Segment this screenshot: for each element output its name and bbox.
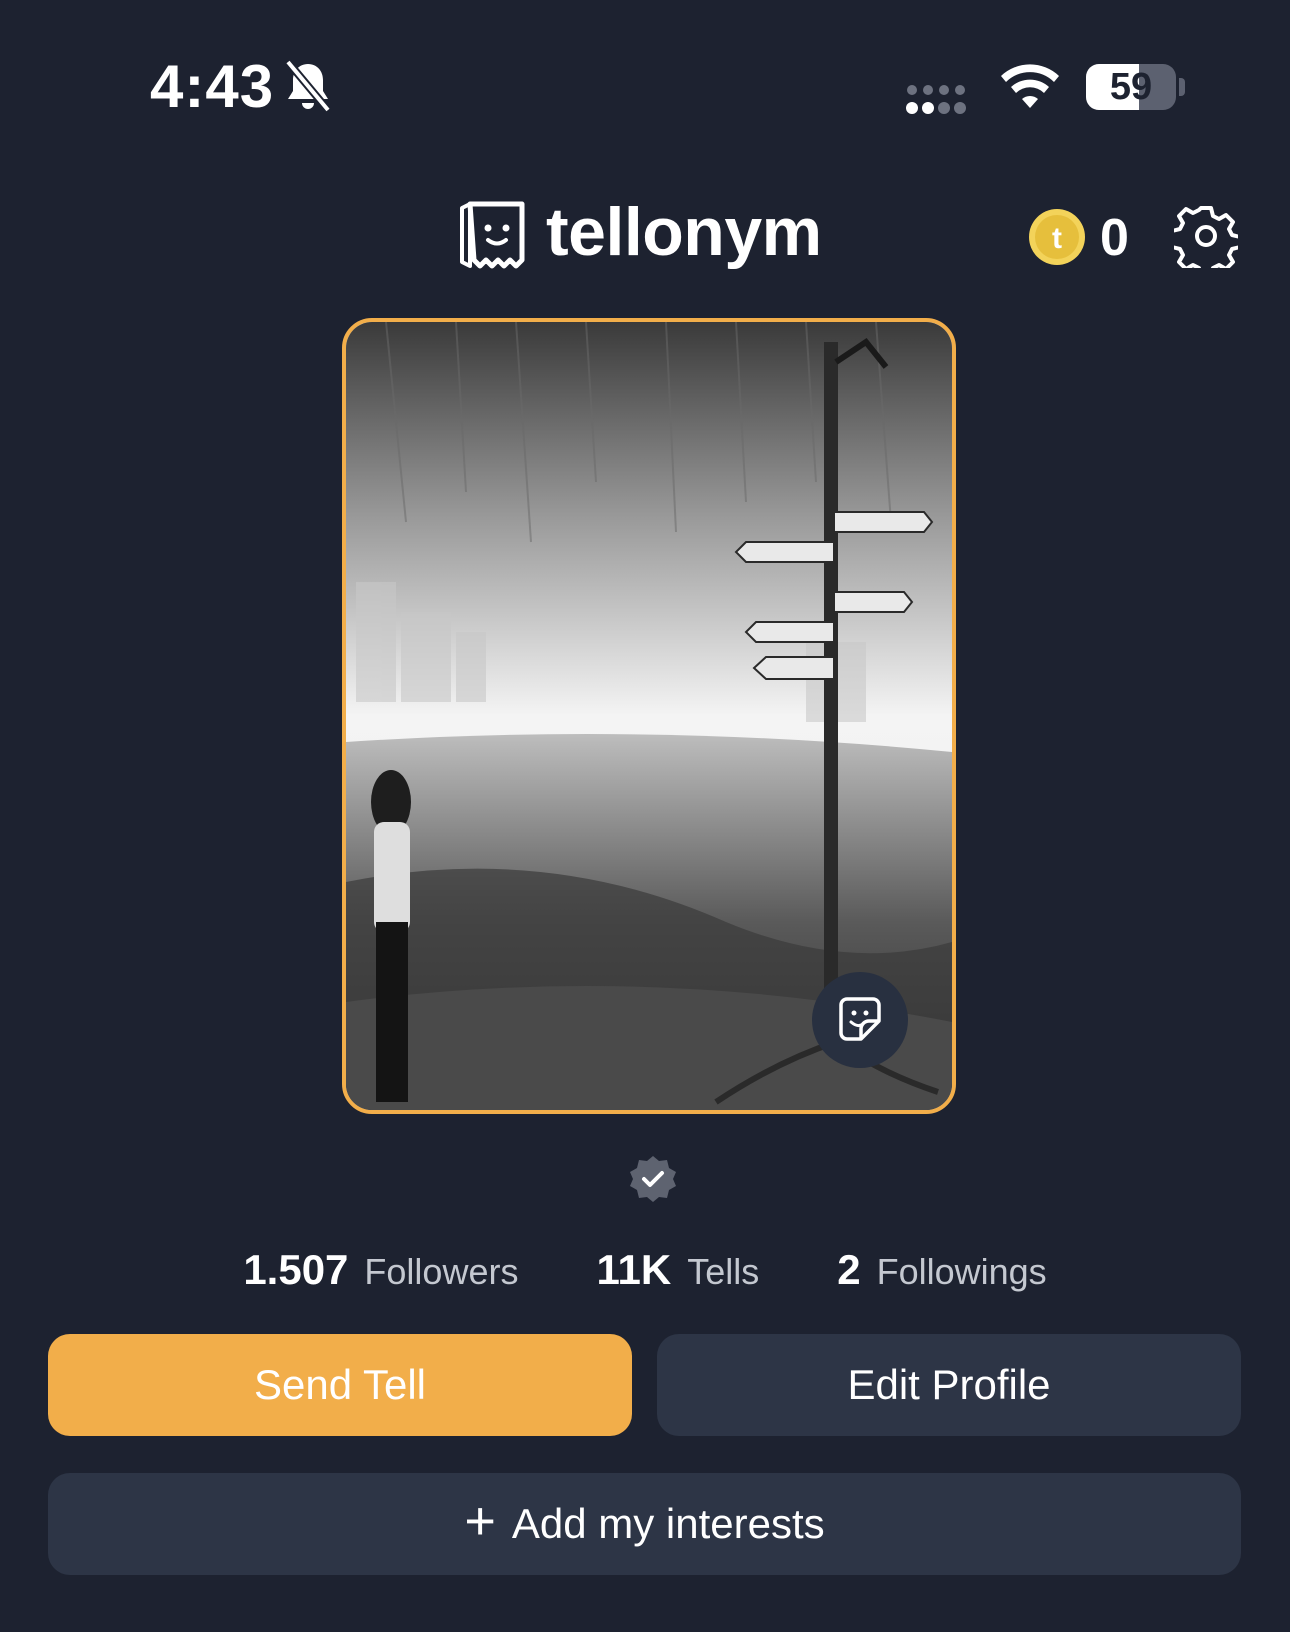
tells-stat[interactable]: 11K Tells [596, 1246, 759, 1294]
add-interests-label: Add my interests [511, 1500, 825, 1547]
profile-stats: 1.507 Followers 11K Tells 2 Followings [0, 1246, 1290, 1306]
edit-profile-button[interactable]: Edit Profile [657, 1334, 1241, 1436]
followers-stat[interactable]: 1.507 Followers [243, 1246, 518, 1294]
verified-badge-icon [630, 1156, 676, 1202]
signal-icon [906, 85, 966, 114]
gear-icon[interactable] [1174, 204, 1238, 268]
app-title: tellonym [546, 194, 822, 270]
followings-label: Followings [876, 1251, 1047, 1292]
sticker-button[interactable] [812, 972, 908, 1068]
coin-icon[interactable]: t [1028, 208, 1086, 266]
tells-label: Tells [687, 1251, 760, 1292]
sticker-icon [839, 997, 881, 1041]
svg-text:t: t [1052, 222, 1062, 255]
coin-count: 0 [1100, 209, 1129, 267]
followings-count: 2 [837, 1246, 861, 1293]
followings-stat[interactable]: 2 Followings [837, 1246, 1046, 1294]
send-tell-button[interactable]: Send Tell [48, 1334, 632, 1436]
followers-count: 1.507 [243, 1246, 349, 1293]
status-time: 4:43 [150, 53, 275, 120]
battery-level: 59 [1109, 66, 1153, 108]
add-interests-button[interactable]: + Add my interests [48, 1473, 1241, 1575]
plus-icon: + [464, 1491, 496, 1551]
wifi-icon [1001, 64, 1059, 108]
bell-slash-icon [284, 59, 332, 113]
tells-count: 11K [596, 1246, 672, 1293]
battery-icon: 59 [1086, 64, 1186, 112]
followers-label: Followers [364, 1251, 519, 1292]
tellonym-logo-icon [460, 201, 525, 269]
